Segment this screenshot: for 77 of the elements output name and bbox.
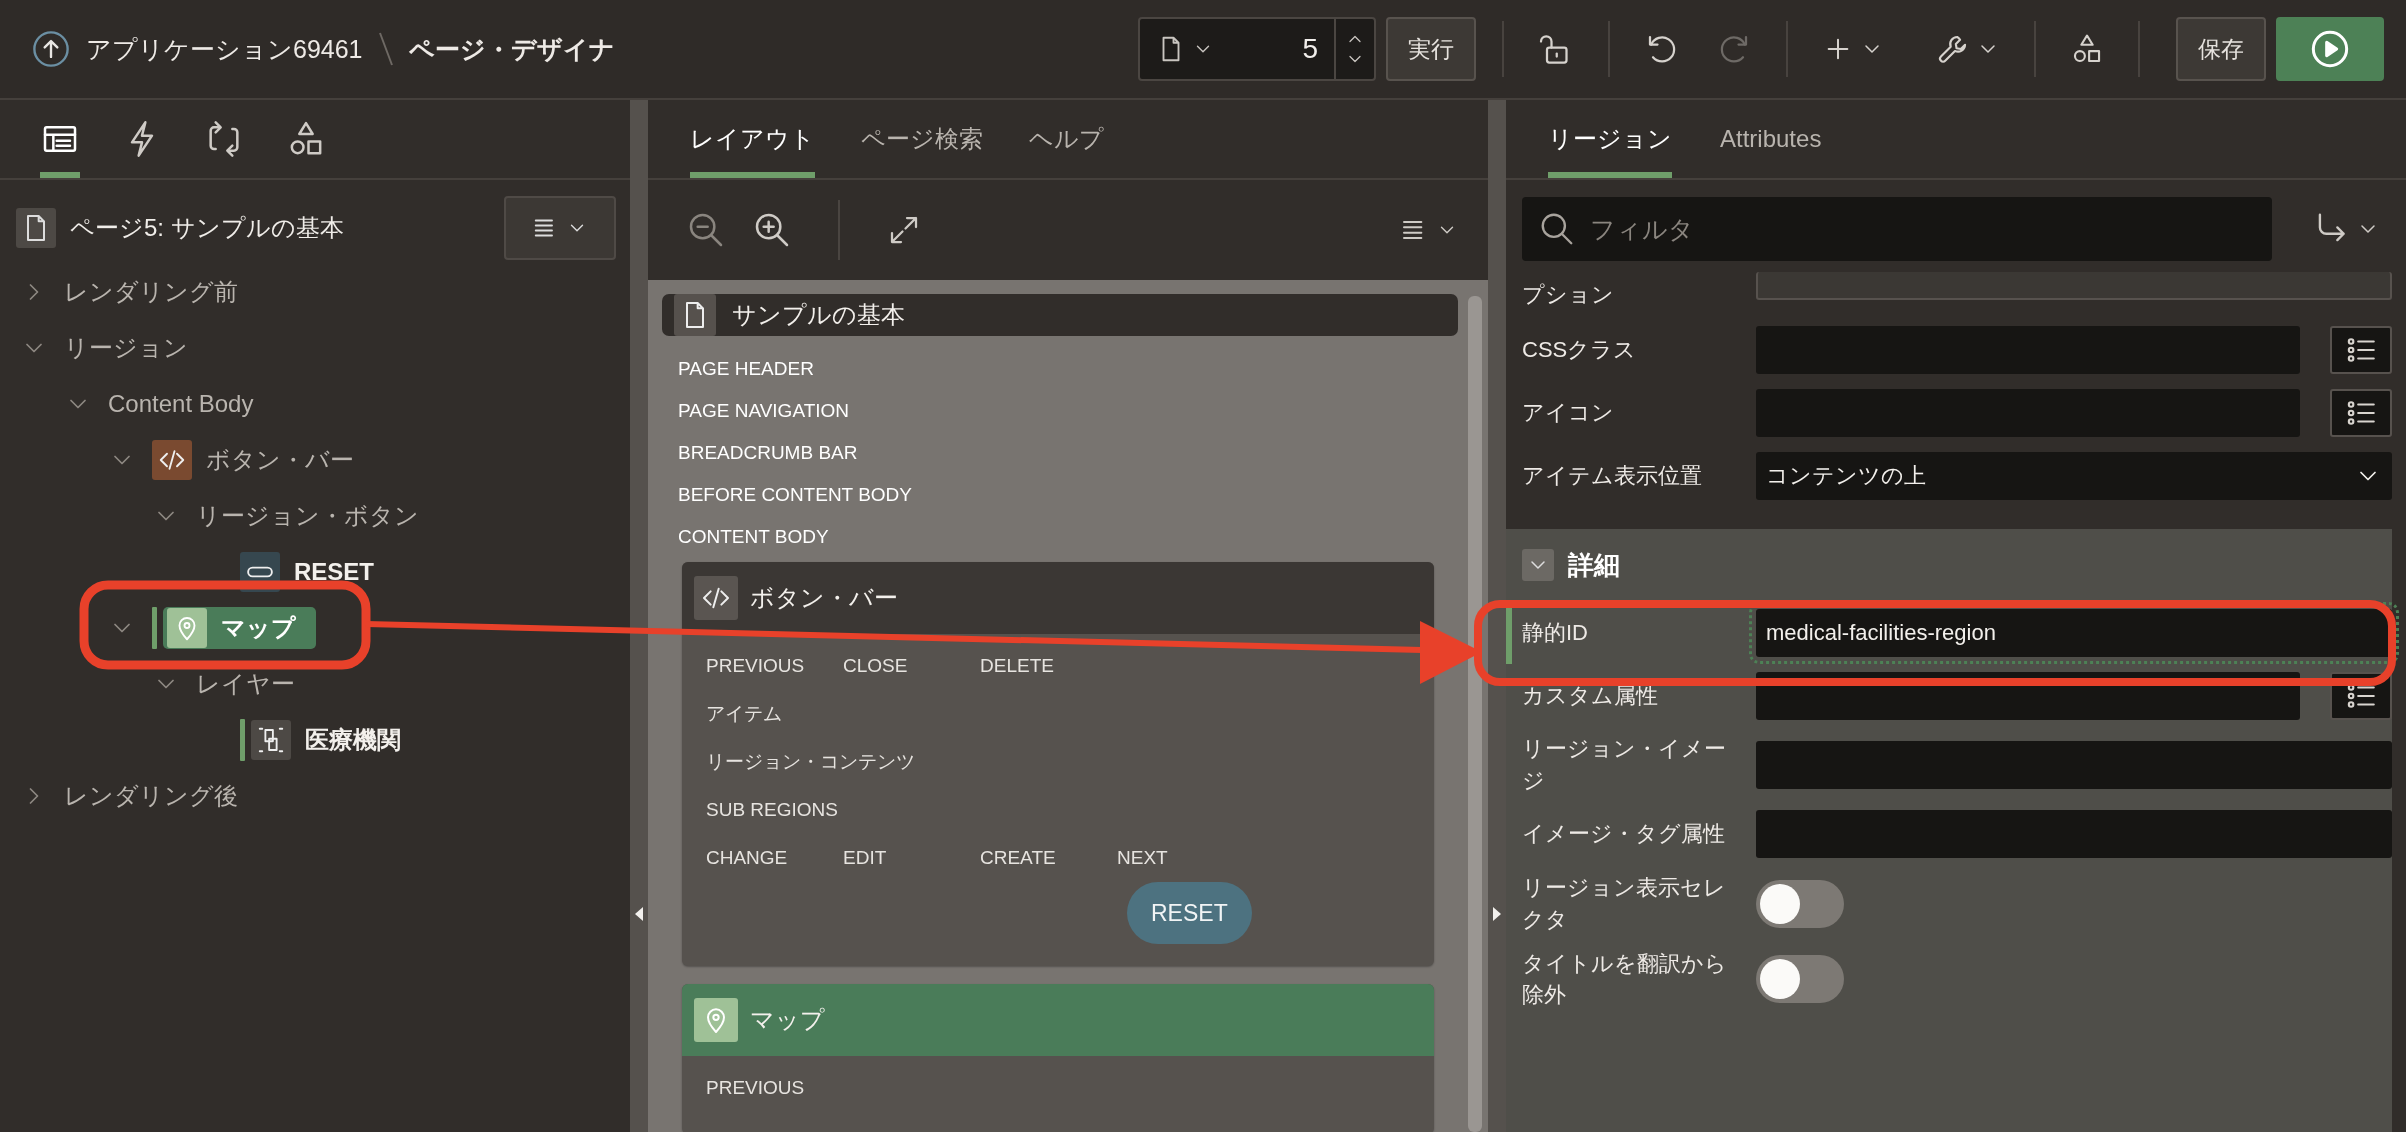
panel-tab[interactable]: リージョン xyxy=(1548,100,1672,178)
list-picker-button[interactable] xyxy=(2330,388,2392,437)
input-field[interactable] xyxy=(1756,810,2392,859)
region-title: ボタン・バー xyxy=(750,583,898,613)
application-link[interactable]: アプリケーション69461 xyxy=(86,32,363,66)
tree-item[interactable]: ボタン・バー xyxy=(152,439,354,481)
reset-button[interactable]: RESET xyxy=(1127,882,1252,944)
position-label: PAGE NAVIGATION xyxy=(678,399,850,423)
input-field[interactable] xyxy=(1756,388,2300,437)
panel-tab[interactable]: ヘルプ xyxy=(1029,100,1104,178)
run-page-button[interactable]: 実行 xyxy=(1386,17,1476,81)
breadcrumb-separator-icon xyxy=(378,32,393,66)
tree-item[interactable]: リージョン xyxy=(64,327,188,369)
region-title: マップ xyxy=(750,1005,825,1035)
tree-menu-button[interactable] xyxy=(504,196,616,260)
collapse-handle-icon[interactable] xyxy=(634,906,644,922)
region-header[interactable]: ボタン・バー xyxy=(682,562,1434,634)
panel-tab[interactable]: ページ検索 xyxy=(861,100,983,178)
position-label: CLOSE xyxy=(843,655,909,677)
property-label: タイトルを翻訳から除外 xyxy=(1522,949,1728,1010)
position-label: BEFORE CONTENT BODY xyxy=(678,483,912,507)
property-label: リージョン・イメージ xyxy=(1522,735,1727,795)
page-card-title: サンプルの基本 xyxy=(732,300,905,330)
property-label: カスタム属性 xyxy=(1522,681,1659,710)
run-button[interactable] xyxy=(2276,17,2384,81)
region-header[interactable]: マップ xyxy=(682,984,1434,1056)
region-card[interactable]: マップ PREVIOUS xyxy=(682,984,1434,1132)
filter-field[interactable]: フィルタ xyxy=(1522,197,2272,261)
page-heading: ページ5: サンプルの基本 xyxy=(70,213,345,243)
section-title: 詳細 xyxy=(1568,548,1620,582)
position-label: BREADCRUMB BAR xyxy=(678,441,858,465)
position-label: DELETE xyxy=(980,655,1055,677)
property-label: リージョン表示セレクタ xyxy=(1522,873,1727,934)
toggle-switch[interactable] xyxy=(1756,879,1844,928)
tree-item[interactable]: 医療機関 xyxy=(251,719,401,761)
position-label: CHANGE xyxy=(706,847,789,869)
page-title: ページ・デザイナ xyxy=(408,33,615,65)
position-label: NEXT xyxy=(1117,847,1169,869)
tree-item[interactable]: レンダリング前 xyxy=(64,271,238,313)
input-field[interactable] xyxy=(1756,272,2392,300)
tree-item[interactable]: マップ xyxy=(163,607,316,649)
play-icon xyxy=(2310,29,2350,69)
section-toggle[interactable] xyxy=(1522,549,1554,581)
position-label: CREATE xyxy=(980,847,1057,869)
position-label: PREVIOUS xyxy=(706,655,806,677)
scrollbar[interactable] xyxy=(1468,296,1482,1132)
position-label: EDIT xyxy=(843,847,888,869)
tree-item[interactable]: RESET xyxy=(240,551,374,593)
position-label: PREVIOUS xyxy=(706,1077,806,1099)
input-field[interactable] xyxy=(1756,740,2392,789)
save-button[interactable]: 保存 xyxy=(2176,17,2266,81)
tree-item[interactable]: リージョン・ボタン xyxy=(196,495,419,537)
position-label: アイテム xyxy=(706,702,783,726)
property-label: CSSクラス xyxy=(1522,335,1638,364)
position-label: PAGE HEADER xyxy=(678,357,814,381)
page-card-header[interactable]: サンプルの基本 xyxy=(662,294,1458,336)
page-selector[interactable]: 5 xyxy=(1138,17,1376,81)
panel-tab[interactable]: Attributes xyxy=(1720,100,1822,178)
property-label: アイコン xyxy=(1522,398,1615,427)
tree-item[interactable]: Content Body xyxy=(108,383,254,425)
panel-tab[interactable]: レイアウト xyxy=(690,100,815,178)
property-label: アイテム表示位置 xyxy=(1522,461,1703,490)
property-label: イメージ・タグ属性 xyxy=(1522,820,1726,849)
property-label: プション xyxy=(1522,281,1615,310)
toggle-switch[interactable] xyxy=(1756,955,1844,1004)
tree-item[interactable]: レンダリング後 xyxy=(64,775,238,817)
tree-item[interactable]: レイヤー xyxy=(196,663,295,705)
position-label: SUB REGIONS xyxy=(706,799,839,821)
property-label: 静的ID xyxy=(1522,618,1589,647)
collapse-handle-icon[interactable] xyxy=(1492,906,1502,922)
list-picker-button[interactable] xyxy=(2330,325,2392,374)
region-card[interactable]: ボタン・バー PREVIOUS CLOSE DELETE アイテム リージョン・コンテンツ SUB REGIONS CHANGE EDIT CREATE NEXT RESET xyxy=(682,562,1434,966)
position-label: CONTENT BODY xyxy=(678,525,829,549)
input-field[interactable] xyxy=(1756,325,2300,374)
layer-icon xyxy=(256,725,286,755)
select-field[interactable]: コンテンツの上 xyxy=(1756,451,2392,500)
position-label: リージョン・コンテンツ xyxy=(706,750,916,774)
